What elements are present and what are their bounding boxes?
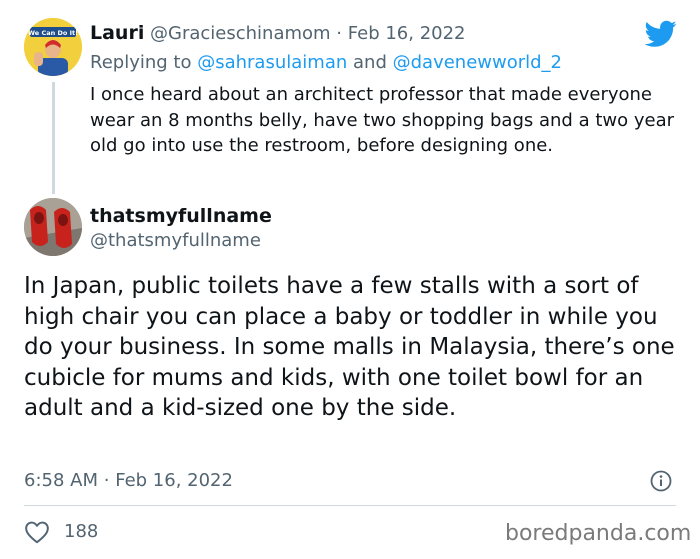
info-icon[interactable]: [650, 470, 672, 492]
tweet-divider: [24, 505, 676, 506]
replying-to-label: Replying to: [90, 52, 192, 73]
main-author-handle[interactable]: @thatsmyfullname: [90, 230, 261, 251]
thread-connector-line: [52, 82, 55, 194]
avatar-badge-text: We Can Do It!: [28, 29, 78, 37]
like-count: 188: [64, 521, 99, 542]
reply-author-name[interactable]: Lauri: [90, 22, 144, 44]
reply-to-and: and: [353, 52, 387, 73]
avatar-lauri[interactable]: We Can Do It!: [24, 18, 82, 76]
reply-author-handle[interactable]: @Gracieschinamom: [150, 23, 331, 44]
meta-separator: ·: [336, 23, 343, 44]
boredpanda-watermark: boredpanda.com: [505, 521, 692, 546]
reply-author-meta: @Gracieschinamom · Feb 16, 2022: [150, 23, 466, 44]
main-tweet-text: In Japan, public toilets have a few stal…: [24, 273, 675, 422]
main-timestamp[interactable]: 6:58 AM · Feb 16, 2022: [24, 470, 233, 491]
twitter-bird-icon: [645, 20, 677, 47]
main-author-name[interactable]: thatsmyfullname: [90, 205, 272, 227]
replying-to-line: Replying to @sahrasulaiman and @daveneww…: [90, 52, 562, 73]
reply-to-mention-2[interactable]: @davenewworld_2: [393, 52, 562, 73]
heart-icon[interactable]: [24, 520, 50, 544]
avatar-thatsmyfullname[interactable]: [24, 198, 82, 256]
main-time[interactable]: 6:58 AM: [24, 470, 98, 491]
reply-date[interactable]: Feb 16, 2022: [348, 23, 466, 44]
reply-tweet-text: I once heard about an architect professo…: [90, 84, 674, 156]
we-can-do-it-avatar-image: We Can Do It!: [24, 18, 82, 76]
main-date[interactable]: Feb 16, 2022: [115, 470, 233, 491]
timestamp-separator: ·: [103, 470, 110, 491]
reply-to-mention-1[interactable]: @sahrasulaiman: [197, 52, 347, 73]
red-shoes-avatar-image: [24, 198, 82, 256]
